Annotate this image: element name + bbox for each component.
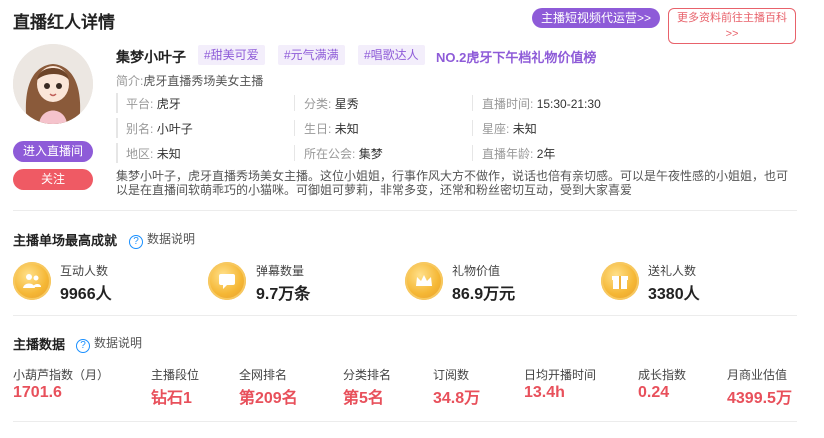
info-key: 星座: xyxy=(482,122,510,136)
stat-label: 礼物价值 xyxy=(452,264,501,278)
info-key: 直播时间: xyxy=(482,97,534,111)
info-key: 别名: xyxy=(126,122,154,136)
rank-badge[interactable]: NO.2虎牙下午档礼物价值榜 xyxy=(436,47,596,66)
anchor-data-title: 主播数据 xyxy=(13,337,66,352)
promo-video-button[interactable]: 主播短视频代运营>> xyxy=(532,8,660,28)
stat-label: 互动人数 xyxy=(60,264,109,278)
info-value: 星秀 xyxy=(334,97,359,111)
crown-icon xyxy=(405,262,443,300)
intro: 简介:虎牙直播秀场美女主播 xyxy=(116,72,263,89)
metric-value: 13.4h xyxy=(524,384,565,401)
data-help-link[interactable]: ? 数据说明 xyxy=(76,334,142,353)
question-icon: ? xyxy=(129,235,143,249)
info-value: 2年 xyxy=(536,147,556,161)
metric-value: 34.8万 xyxy=(433,390,481,407)
info-row: 地区: 未知 所在公会: 集梦 直播年龄: 2年 xyxy=(116,143,608,163)
metric-label: 订阅数 xyxy=(433,368,470,382)
best-achievement-title: 主播单场最高成就 xyxy=(13,233,118,248)
info-value: 15:30-21:30 xyxy=(536,97,601,111)
data-help-link[interactable]: ? 数据说明 xyxy=(129,230,195,249)
metric-label: 分类排名 xyxy=(343,368,392,382)
divider xyxy=(13,210,797,211)
info-value: 未知 xyxy=(334,122,359,136)
anchor-description: 集梦小叶子，虎牙直播秀场美女主播。这位小姐姐，行事作风大方不做作，说话也倍有亲切… xyxy=(116,169,789,197)
stat-value: 86.9万元 xyxy=(452,286,516,303)
metric-value: 钻石1 xyxy=(151,390,192,407)
people-icon xyxy=(13,262,51,300)
tag: #唱歌达人 xyxy=(358,45,425,65)
stat-value: 9.7万条 xyxy=(256,286,311,303)
info-value: 未知 xyxy=(512,122,537,136)
info-key: 直播年龄: xyxy=(482,147,534,161)
intro-value: 虎牙直播秀场美女主播 xyxy=(143,74,264,88)
metric-value: 4399.5万 xyxy=(727,390,792,407)
info-row: 别名: 小叶子 生日: 未知 星座: 未知 xyxy=(116,118,608,138)
metric-label: 小葫芦指数（月） xyxy=(13,368,110,382)
metric-label: 成长指数 xyxy=(638,368,687,382)
info-key: 分类: xyxy=(304,97,332,111)
follow-button[interactable]: 关注 xyxy=(13,169,93,190)
metric-label: 全网排名 xyxy=(239,368,288,382)
info-key: 平台: xyxy=(126,97,154,111)
data-help-label: 数据说明 xyxy=(94,336,143,350)
stat-label: 送礼人数 xyxy=(648,264,697,278)
info-key: 地区: xyxy=(126,147,154,161)
wiki-link-arrow: >> xyxy=(725,28,739,40)
info-value: 未知 xyxy=(156,147,181,161)
enter-live-room-button[interactable]: 进入直播间 xyxy=(13,141,93,162)
stat-label: 弹幕数量 xyxy=(256,264,305,278)
metric-value: 1701.6 xyxy=(13,384,62,401)
question-icon: ? xyxy=(76,339,90,353)
info-key: 生日: xyxy=(304,122,332,136)
metric-value: 0.24 xyxy=(638,384,670,401)
metric-label: 日均开播时间 xyxy=(524,368,597,382)
anchor-name: 集梦小叶子 xyxy=(116,49,186,65)
tag: #甜美可爱 xyxy=(198,45,265,65)
metric-label: 主播段位 xyxy=(151,368,200,382)
avatar-illustration xyxy=(13,44,93,124)
divider xyxy=(13,315,797,316)
info-value: 小叶子 xyxy=(156,122,193,136)
avatar xyxy=(13,44,93,124)
data-help-label: 数据说明 xyxy=(147,232,196,246)
info-row: 平台: 虎牙 分类: 星秀 直播时间: 15:30-21:30 xyxy=(116,93,608,113)
page-title: 直播红人详情 xyxy=(13,13,115,32)
gift-icon xyxy=(601,262,639,300)
stat-value: 3380人 xyxy=(648,286,700,303)
wiki-link-button[interactable]: 更多资料前往主播百科 >> xyxy=(668,8,796,44)
metric-value: 第209名 xyxy=(239,390,298,407)
metric-value: 第5名 xyxy=(343,390,384,407)
chat-icon xyxy=(208,262,246,300)
metric-label: 月商业估值 xyxy=(727,368,788,382)
info-key: 所在公会: xyxy=(304,147,356,161)
wiki-link-label: 更多资料前往主播百科 xyxy=(677,12,787,24)
info-value: 虎牙 xyxy=(156,97,181,111)
intro-key: 简介: xyxy=(116,74,144,88)
info-value: 集梦 xyxy=(358,147,383,161)
stat-value: 9966人 xyxy=(60,286,112,303)
tag: #元气满满 xyxy=(278,45,345,65)
divider xyxy=(13,421,797,422)
